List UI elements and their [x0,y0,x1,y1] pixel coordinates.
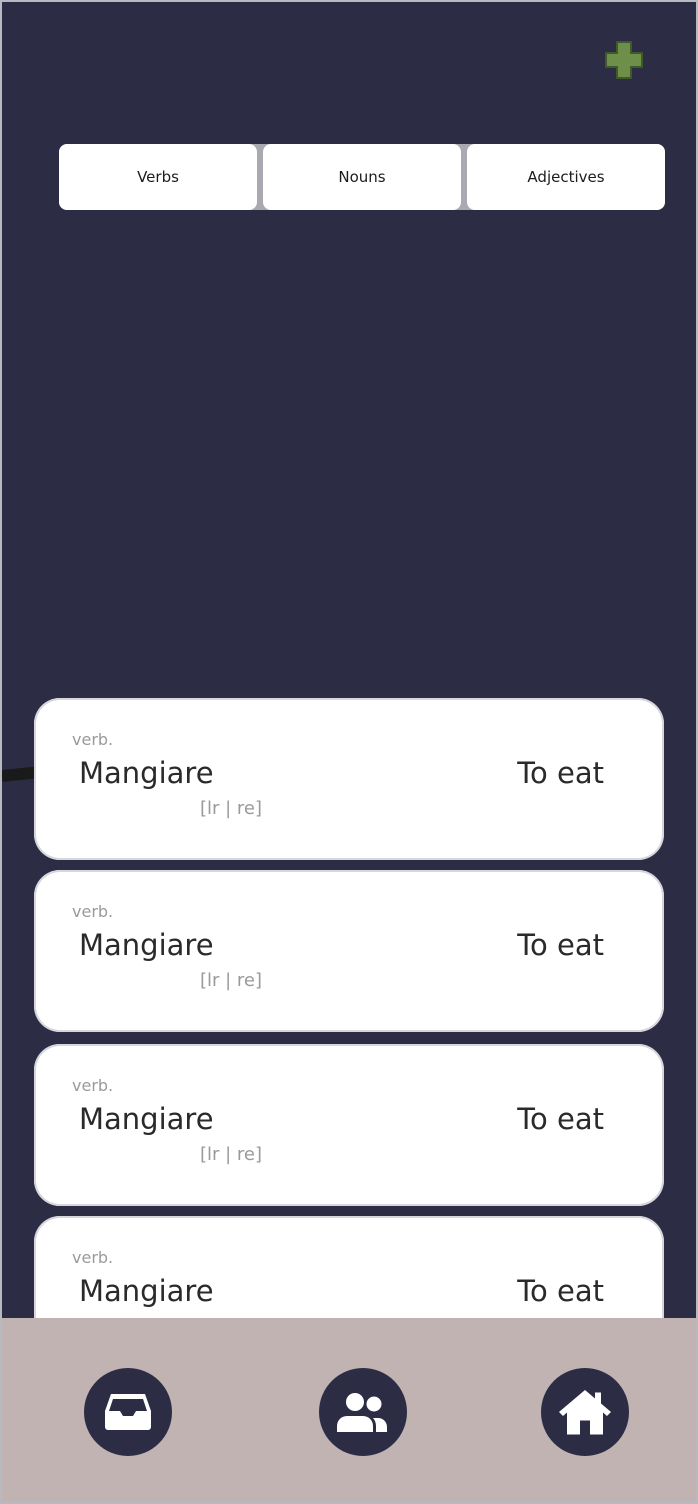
word-translation: To eat [517,1274,604,1308]
bottom-nav-bar [2,1318,696,1502]
word-pronunciation: [lr | re] [200,970,263,991]
tab-verbs[interactable]: Verbs [59,144,257,210]
word-translation: To eat [517,928,604,962]
divider-line [2,766,39,782]
word-pronunciation: [lr | re] [200,798,263,819]
word-term: Mangiare [79,928,214,962]
word-card[interactable]: verb. Mangiare To eat [lr | re] [34,870,664,1032]
word-translation: To eat [517,1102,604,1136]
word-card[interactable]: verb. Mangiare To eat [lr | re] [34,698,664,860]
part-of-speech: verb. [72,730,114,749]
word-term: Mangiare [79,1274,214,1308]
home-icon [559,1390,611,1435]
nav-home-button[interactable] [541,1368,629,1456]
users-icon [337,1393,387,1432]
word-term: Mangiare [79,1102,214,1136]
nav-inbox-button[interactable] [84,1368,172,1456]
inbox-icon [105,1394,151,1430]
nav-users-button[interactable] [319,1368,407,1456]
category-tabs: Verbs Nouns Adjectives [59,144,665,210]
plus-icon [605,41,643,79]
part-of-speech: verb. [72,1076,114,1095]
word-pronunciation: [lr | re] [200,1144,263,1165]
tab-nouns[interactable]: Nouns [263,144,461,210]
word-card[interactable]: verb. Mangiare To eat [lr | re] [34,1044,664,1206]
add-word-button[interactable] [602,38,646,82]
app-screen: Verbs Nouns Adjectives verb. Mangiare To… [0,0,698,1504]
word-term: Mangiare [79,756,214,790]
part-of-speech: verb. [72,902,114,921]
word-translation: To eat [517,756,604,790]
part-of-speech: verb. [72,1248,114,1267]
tab-adjectives[interactable]: Adjectives [467,144,665,210]
